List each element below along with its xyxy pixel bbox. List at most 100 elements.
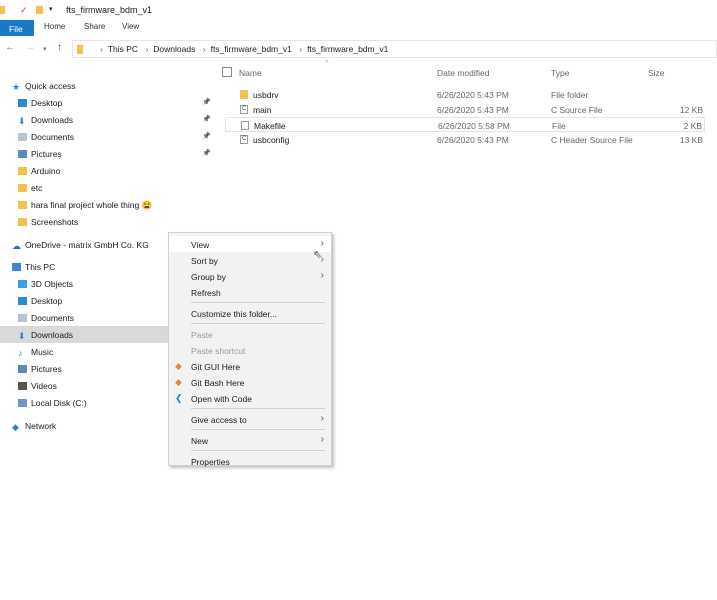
pc-icon [12, 263, 21, 271]
pin-icon[interactable]: 📌 [202, 98, 211, 106]
quick-access-dropdown-icon[interactable]: ▾ [49, 5, 53, 13]
sidebar-item-label: 3D Objects [31, 279, 74, 289]
breadcrumb-this-pc[interactable]: This PC [108, 44, 138, 54]
sidebar-item[interactable]: ☁ OneDrive - matrix GmbH Co. KG [0, 236, 168, 253]
file-date: 6/26/2020 5:43 PM [437, 90, 509, 100]
new-folder-icon[interactable] [36, 6, 43, 14]
sidebar-item[interactable]: ⬇ Downloads [0, 326, 168, 343]
menu-item-customize-this-folder[interactable]: Customize this folder... [169, 305, 331, 321]
sidebar-item[interactable]: ◆ Network [0, 417, 168, 434]
sidebar-item[interactable]: hara final project whole thing 😫 [0, 196, 168, 213]
sidebar-item[interactable]: Pictures [0, 145, 168, 162]
menu-separator [191, 408, 325, 409]
folder-icon [18, 167, 27, 175]
menu-item-group-by[interactable]: Group by › [169, 268, 331, 284]
menu-item-new[interactable]: New › [169, 432, 331, 448]
menu-separator [191, 323, 325, 324]
pin-icon[interactable]: 📌 [202, 132, 211, 140]
sidebar-item[interactable]: 3D Objects [0, 275, 168, 292]
recent-dropdown-icon[interactable]: ▾ [43, 45, 47, 53]
folder-icon [0, 6, 5, 14]
sidebar-item-label: Desktop [31, 296, 63, 306]
menu-item-git-bash-here[interactable]: ◆ Git Bash Here [169, 374, 331, 390]
column-header-size[interactable]: Size [648, 68, 665, 78]
file-name: usbconfig [253, 135, 290, 145]
sidebar-item[interactable]: Videos [0, 377, 168, 394]
sidebar-item[interactable]: Documents [0, 128, 168, 145]
select-all-checkbox[interactable] [222, 67, 232, 77]
sidebar-item[interactable]: Documents [0, 309, 168, 326]
sidebar-item[interactable]: Arduino [0, 162, 168, 179]
folder-star-icon [18, 201, 27, 209]
menu-item-refresh[interactable]: Refresh [169, 284, 331, 300]
menu-item-open-with-code[interactable]: ❮ Open with Code [169, 390, 331, 406]
c-file-icon: C [240, 135, 248, 144]
download-icon: ⬇ [18, 116, 26, 126]
context-menu: View › Sort by › Group by › Refresh Customize t… [168, 232, 332, 469]
menu-item-label: Give access to [191, 415, 247, 425]
column-header-date[interactable]: Date modified [437, 68, 489, 78]
tab-home[interactable]: Home [44, 22, 65, 36]
cloud-icon: ☁ [12, 241, 21, 251]
file-row[interactable]: Makefile 6/26/2020 5:58 PM File 2 KB [225, 117, 705, 132]
folder-icon [18, 184, 27, 192]
sidebar-item-label: Quick access [25, 81, 76, 91]
menu-item-give-access-to[interactable]: Give access to › [169, 411, 331, 427]
menu-item-paste-shortcut[interactable]: Paste shortcut [169, 342, 331, 358]
address-bar[interactable]: › This PC › Downloads › fts_firmware_bdm_v1… [72, 40, 717, 58]
tab-share[interactable]: Share [84, 22, 105, 36]
sidebar-item-label: etc [31, 183, 43, 193]
file-row[interactable]: Cusbconfig 6/26/2020 5:43 PM C Header Sour… [225, 132, 705, 147]
tab-file[interactable]: File [0, 20, 34, 36]
menu-item-properties[interactable]: Properties [169, 453, 331, 469]
forward-icon[interactable]: → [25, 42, 35, 53]
column-header-name[interactable]: Name [239, 68, 262, 78]
sidebar-item[interactable]: ★ Quick access [0, 77, 168, 94]
menu-item-sort-by[interactable]: Sort by › [169, 252, 331, 268]
desktop-icon [18, 99, 27, 107]
file-size: 12 KB [679, 105, 703, 115]
sidebar-item[interactable]: etc [0, 179, 168, 196]
file-row[interactable]: Cmain 6/26/2020 5:43 PM C Source File 12 KB [225, 102, 705, 117]
file-type: C Header Source File [551, 135, 633, 145]
git-icon: ◆ [175, 377, 182, 387]
sidebar-item[interactable]: Local Disk (C:) [0, 394, 168, 411]
sidebar-item[interactable]: This PC [0, 258, 168, 275]
menu-item-label: New [191, 436, 209, 446]
music-icon: ♪ [18, 348, 23, 358]
pin-icon[interactable]: 📌 [202, 115, 211, 123]
menu-item-label: Git GUI Here [191, 362, 241, 372]
sidebar-item[interactable]: Pictures [0, 360, 168, 377]
sidebar-item[interactable]: Desktop [0, 94, 168, 111]
breadcrumb-downloads[interactable]: Downloads [153, 44, 195, 54]
sidebar-item[interactable]: ♪ Music [0, 343, 168, 360]
breadcrumb-folder[interactable]: fts_firmware_bdm_v1 [211, 44, 292, 54]
desktop-icon [18, 297, 27, 305]
chevron-right-icon: › [320, 413, 324, 424]
file-name: main [253, 105, 272, 115]
sidebar-item-label: Music [31, 347, 54, 357]
properties-icon[interactable]: ✓ [20, 5, 28, 16]
sidebar-item[interactable]: Screenshots [0, 213, 168, 230]
git-icon: ◆ [175, 361, 182, 371]
breadcrumb-current[interactable]: fts_firmware_bdm_v1 [307, 44, 388, 54]
sidebar-item-label: Pictures [31, 149, 62, 159]
sidebar-item-label: Screenshots [31, 217, 79, 227]
videos-icon [18, 382, 27, 390]
c-file-icon: C [240, 105, 248, 114]
file-row[interactable]: usbdrv 6/26/2020 5:43 PM File folder [225, 87, 705, 102]
back-icon[interactable]: ← [5, 42, 15, 53]
up-icon[interactable]: ↑ [57, 42, 62, 53]
sidebar-item-label: Desktop [31, 98, 63, 108]
column-header-type[interactable]: Type [551, 68, 569, 78]
file-type: File folder [551, 90, 589, 100]
sidebar-item-label: Local Disk (C:) [31, 398, 87, 408]
sidebar-item[interactable]: ⬇ Downloads [0, 111, 168, 128]
star-icon: ★ [12, 82, 21, 92]
sidebar-item[interactable]: Desktop [0, 292, 168, 309]
tab-view[interactable]: View [122, 22, 139, 36]
menu-item-view[interactable]: View › [169, 236, 331, 252]
menu-item-paste[interactable]: Paste [169, 326, 331, 342]
menu-item-git-gui-here[interactable]: ◆ Git GUI Here [169, 358, 331, 374]
pin-icon[interactable]: 📌 [202, 149, 211, 157]
